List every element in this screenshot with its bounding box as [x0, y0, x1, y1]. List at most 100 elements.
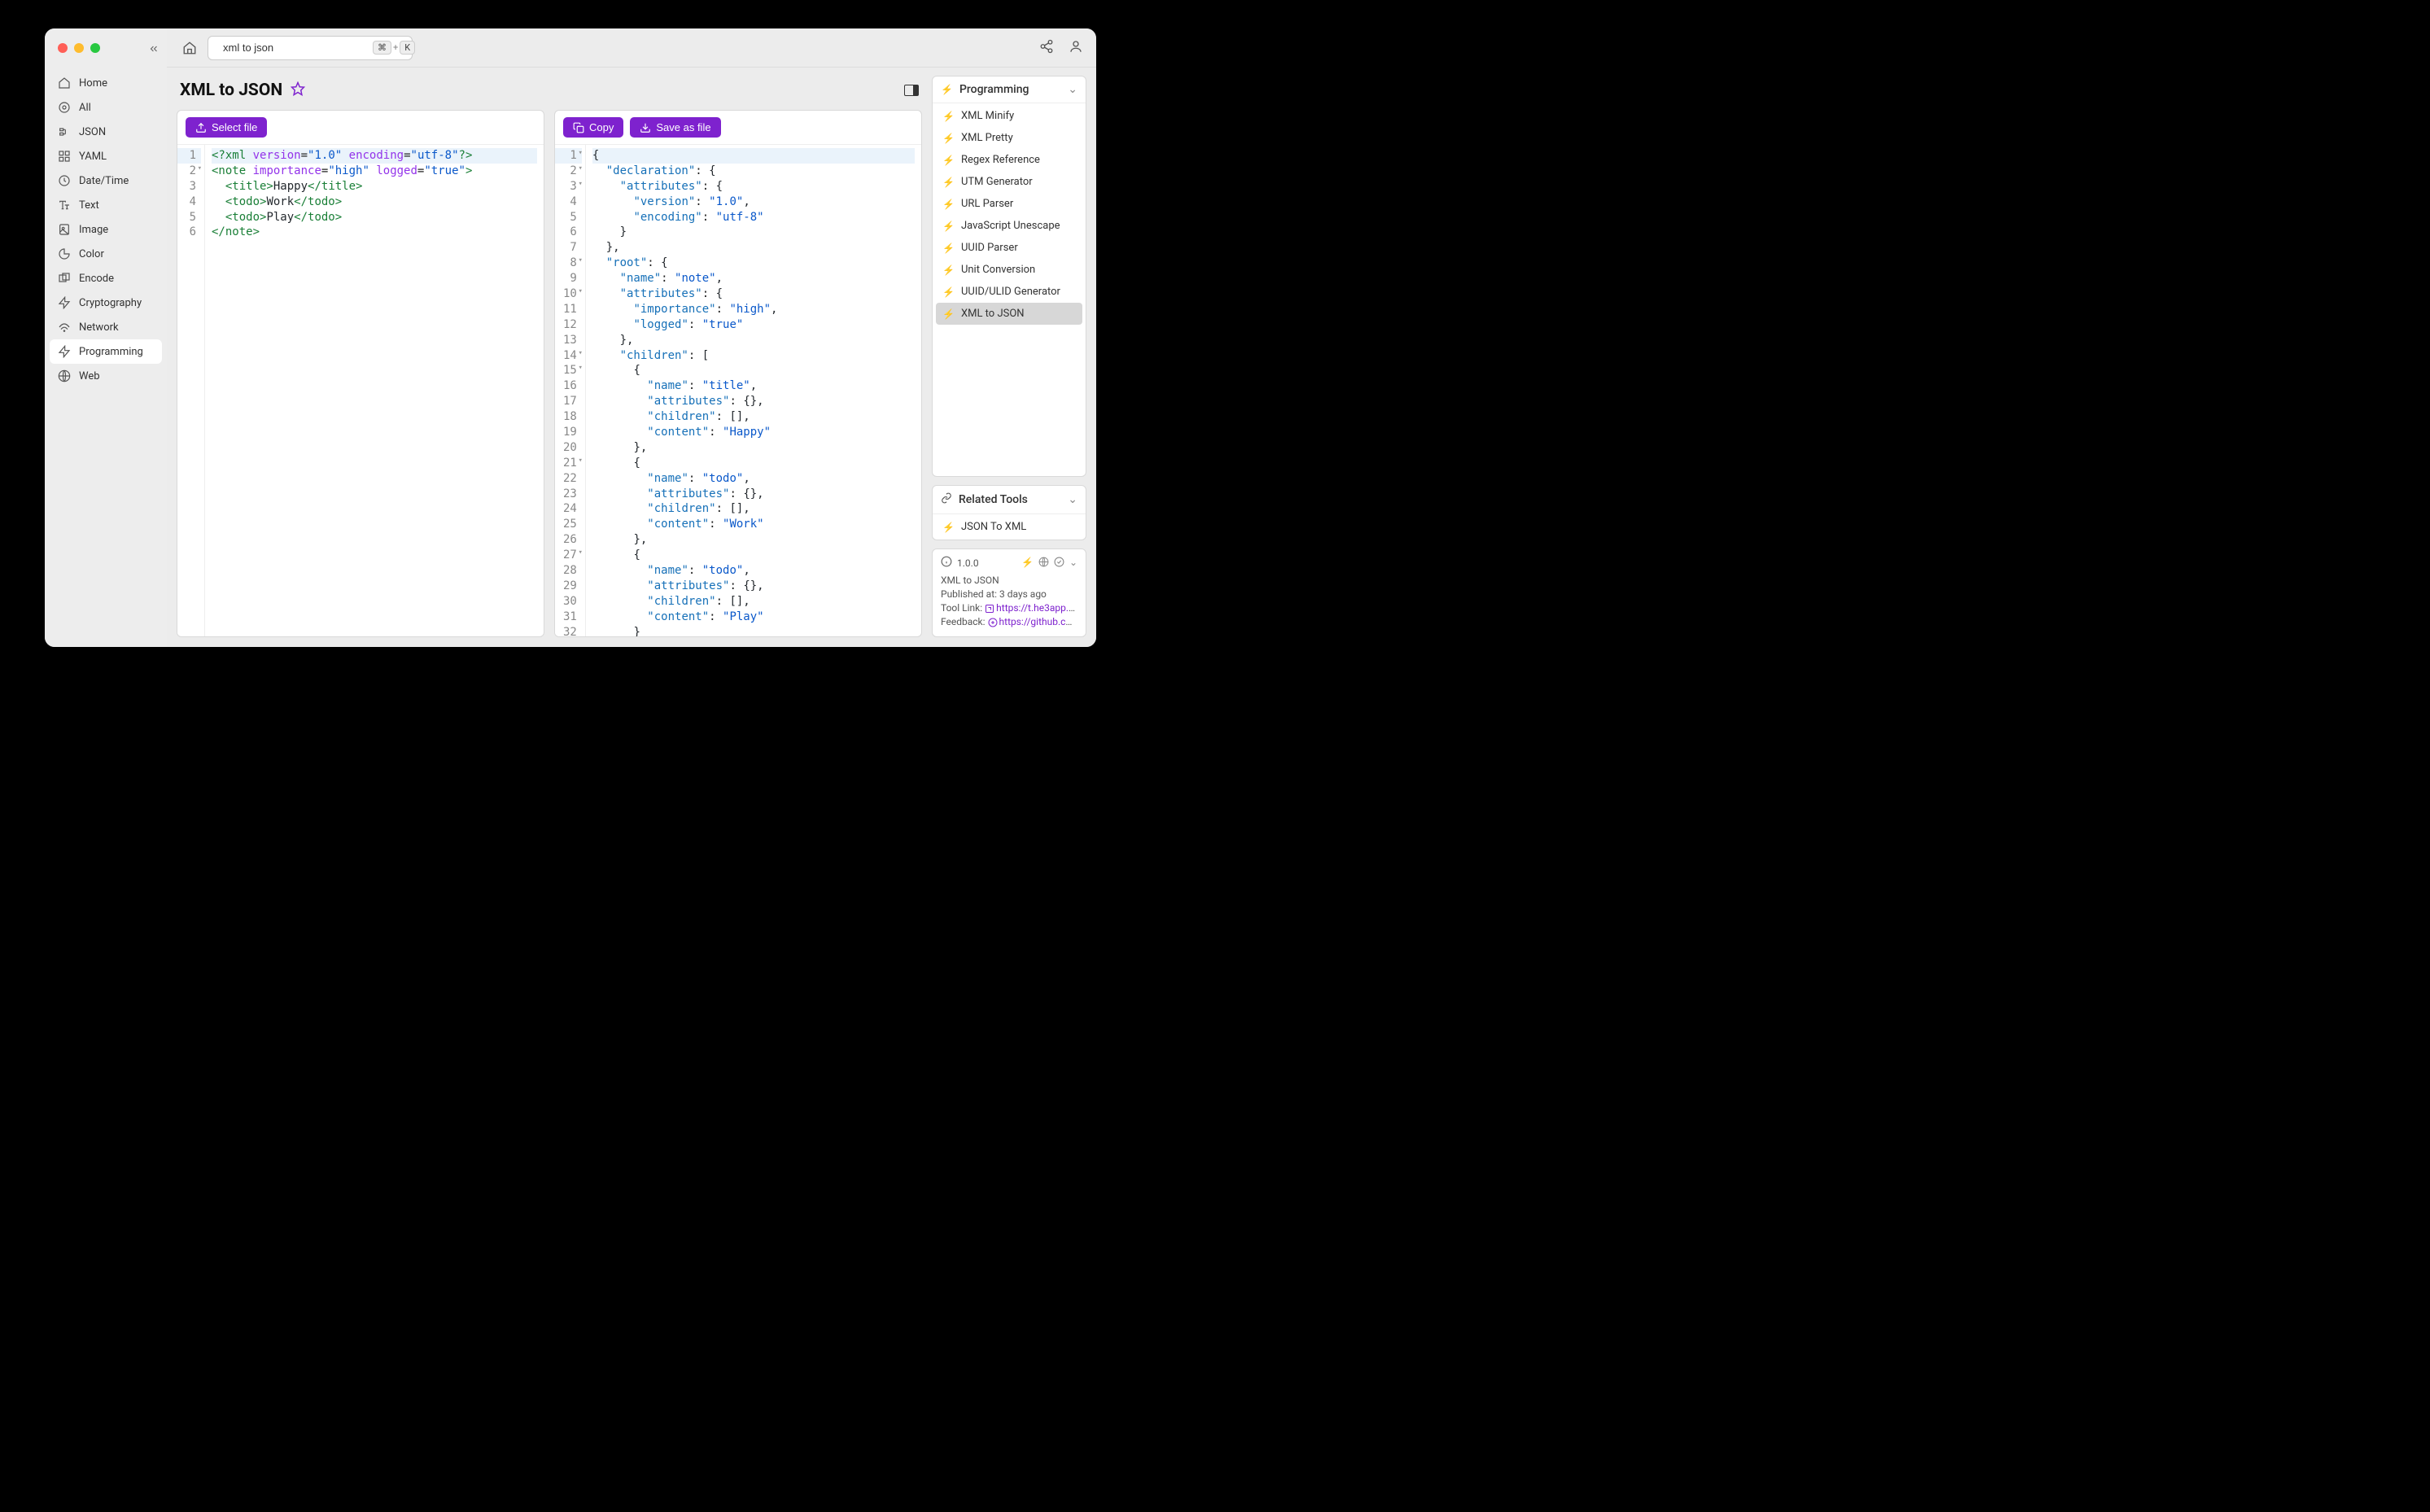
info-tool-name: XML to JSON: [941, 575, 1077, 586]
sidebar-item-programming[interactable]: Programming: [50, 339, 162, 364]
sidebar-item-text[interactable]: Text: [45, 193, 167, 217]
bolt-icon: ⚡: [942, 199, 955, 210]
info-feedback: Feedback: https://github.com/…: [941, 616, 1077, 627]
collapse-sidebar-button[interactable]: [148, 43, 160, 58]
favorite-button[interactable]: [291, 81, 305, 99]
sidebar-item-label: Home: [79, 77, 107, 90]
sidebar-item-home[interactable]: Home: [45, 71, 167, 95]
programming-panel-header[interactable]: ⚡ Programming ⌄: [933, 76, 1086, 103]
editors: Select file 123456 <?xml version="1.0" e…: [177, 110, 922, 637]
bolt-icon: ⚡: [942, 177, 955, 188]
related-panel-title: Related Tools: [959, 493, 1028, 506]
bolt-icon: ⚡: [942, 155, 955, 166]
sidebar-icon: [58, 321, 71, 334]
programming-item-label: URL Parser: [961, 198, 1013, 210]
bolt-icon[interactable]: ⚡: [1021, 557, 1034, 570]
sidebar-icon: [58, 125, 71, 138]
xml-toolbar: Select file: [177, 111, 544, 145]
programming-item-xml-minify[interactable]: ⚡ XML Minify: [936, 105, 1082, 127]
sidebar-item-network[interactable]: Network: [45, 315, 167, 339]
topbar: ⌘ + K: [167, 28, 1096, 68]
sidebar-item-label: Text: [79, 199, 99, 212]
sidebar-item-web[interactable]: Web: [45, 364, 167, 388]
programming-item-url-parser[interactable]: ⚡ URL Parser: [936, 193, 1082, 215]
json-code-body[interactable]: { "declaration": { "attributes": { "vers…: [586, 145, 921, 636]
bolt-icon: ⚡: [942, 308, 955, 320]
sidebar-icon: [58, 150, 71, 163]
xml-code-area[interactable]: 123456 <?xml version="1.0" encoding="utf…: [177, 145, 544, 636]
sidebar-icon: [58, 101, 71, 114]
share-button[interactable]: [1039, 39, 1054, 57]
related-item-json-to-xml[interactable]: ⚡JSON To XML: [936, 516, 1082, 538]
info-tool-link: Tool Link: https://t.he3app.co…: [941, 602, 1077, 614]
search-input[interactable]: [223, 42, 366, 54]
bolt-icon: ⚡: [942, 111, 955, 122]
home-button[interactable]: [180, 38, 199, 58]
programming-item-label: Regex Reference: [961, 154, 1040, 166]
copy-button[interactable]: Copy: [563, 117, 623, 138]
sidebar-item-cryptography[interactable]: Cryptography: [45, 291, 167, 315]
select-file-button[interactable]: Select file: [186, 117, 267, 138]
tool-link[interactable]: https://t.he3app.co…: [985, 602, 1077, 614]
sidebar-item-label: Color: [79, 248, 104, 260]
sidebar-icon: [58, 296, 71, 309]
programming-item-utm-generator[interactable]: ⚡ UTM Generator: [936, 171, 1082, 193]
account-button[interactable]: [1069, 39, 1083, 57]
bolt-icon: ⚡: [942, 286, 955, 298]
xml-editor-pane: Select file 123456 <?xml version="1.0" e…: [177, 110, 544, 637]
related-list: ⚡JSON To XML: [933, 514, 1086, 540]
programming-item-label: XML Pretty: [961, 132, 1013, 144]
programming-item-unit-conversion[interactable]: ⚡Unit Conversion: [936, 259, 1082, 281]
programming-item-uuid-ulid-generator[interactable]: ⚡UUID/ULID Generator: [936, 281, 1082, 303]
search-box[interactable]: ⌘ + K: [208, 36, 413, 60]
sidebar-item-encode[interactable]: Encode: [45, 266, 167, 291]
feedback-link[interactable]: https://github.com/…: [988, 616, 1077, 627]
save-as-file-button[interactable]: Save as file: [630, 117, 720, 138]
chevron-down-icon[interactable]: ⌄: [1069, 557, 1077, 570]
sidebar-item-json[interactable]: JSON: [45, 120, 167, 144]
download-icon: [640, 122, 651, 133]
sidebar-item-color[interactable]: Color: [45, 242, 167, 266]
close-window-button[interactable]: [58, 43, 68, 53]
programming-item-javascript-unescape[interactable]: ⚡JavaScript Unescape: [936, 215, 1082, 237]
sidebar-item-label: All: [79, 102, 91, 114]
minimize-window-button[interactable]: [74, 43, 84, 53]
bolt-icon: ⚡: [942, 243, 955, 254]
programming-item-uuid-parser[interactable]: ⚡UUID Parser: [936, 237, 1082, 259]
programming-item-xml-to-json[interactable]: ⚡XML to JSON: [936, 303, 1082, 325]
related-panel-header[interactable]: Related Tools ⌄: [933, 486, 1086, 514]
sidebar-item-date-time[interactable]: Date/Time: [45, 168, 167, 193]
bolt-icon: ⚡: [942, 133, 955, 144]
maximize-window-button[interactable]: [90, 43, 100, 53]
chevron-down-icon: ⌄: [1068, 83, 1077, 96]
sidebar-icon: [58, 272, 71, 285]
programming-item-xml-pretty[interactable]: ⚡ XML Pretty: [936, 127, 1082, 149]
sidebar-item-label: YAML: [79, 151, 107, 163]
sidebar-item-yaml[interactable]: YAML: [45, 144, 167, 168]
check-icon[interactable]: [1054, 557, 1064, 570]
programming-item-label: UTM Generator: [961, 176, 1033, 188]
traffic-lights: [58, 43, 100, 53]
upload-icon: [195, 122, 207, 133]
sidebar-item-all[interactable]: All: [45, 95, 167, 120]
link-icon: [941, 492, 952, 507]
programming-item-label: XML Minify: [961, 110, 1014, 122]
info-actions: ⚡ ⌄: [1021, 557, 1077, 570]
title-row: XML to JSON: [177, 76, 922, 110]
globe-icon[interactable]: [1038, 557, 1049, 570]
info-icon: [941, 556, 952, 570]
xml-gutter: 123456: [177, 145, 205, 636]
sidebar-icon: [58, 199, 71, 212]
info-published: Published at: 3 days ago: [941, 588, 1077, 600]
json-code-area[interactable]: 1234567891011121314151617181920212223242…: [555, 145, 921, 636]
programming-item-regex-reference[interactable]: ⚡ Regex Reference: [936, 149, 1082, 171]
related-item-label: JSON To XML: [961, 521, 1026, 533]
programming-item-label: JavaScript Unescape: [961, 220, 1060, 232]
version-text: 1.0.0: [957, 557, 979, 569]
center-column: XML to JSON Select file: [177, 76, 922, 637]
json-editor-pane: Copy Save as file 1234567891011121314151…: [554, 110, 922, 637]
xml-code-body[interactable]: <?xml version="1.0" encoding="utf-8"?><n…: [205, 145, 544, 636]
sidebar-item-image[interactable]: Image: [45, 217, 167, 242]
toggle-right-panel-button[interactable]: [904, 85, 919, 96]
sidebar-item-label: Programming: [79, 346, 143, 358]
